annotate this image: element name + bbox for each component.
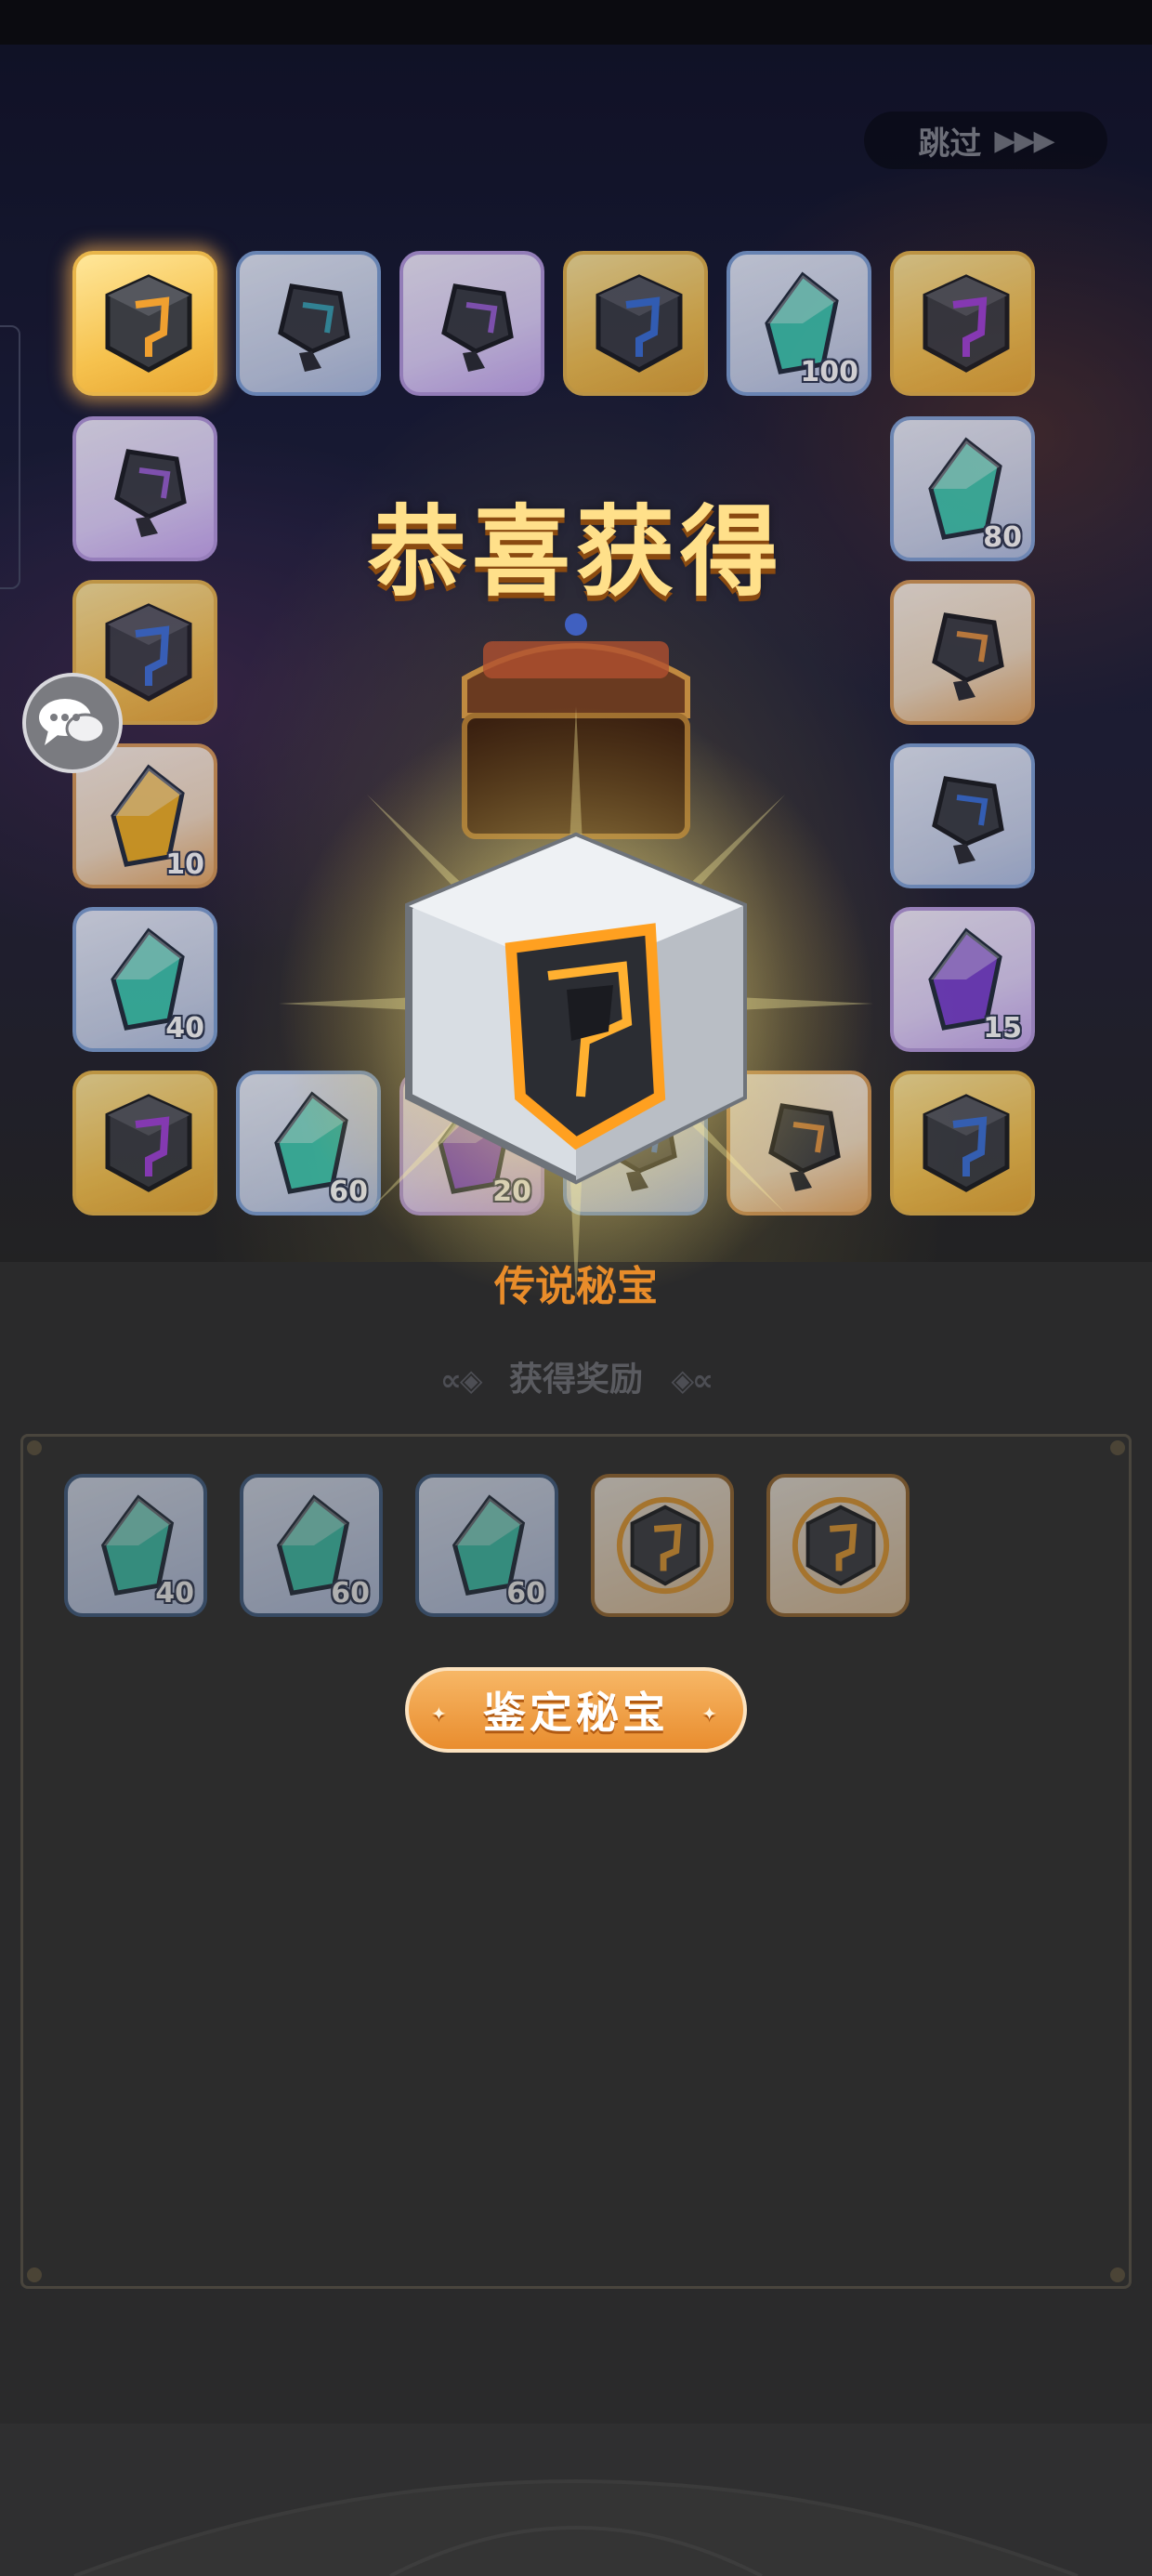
board-tile [236,251,381,396]
board-tile [563,251,708,396]
reward-quantity: 60 [506,1577,545,1610]
reward-item[interactable] [591,1474,734,1617]
cube-small-icon [441,283,514,372]
reward-panel: 40 60 60 [20,1434,1132,2289]
board-tile [72,251,217,396]
board-tile [890,743,1035,888]
board-tile: 100 [727,251,871,396]
reward-quantity: 60 [331,1577,370,1610]
cube-small-icon [278,283,350,372]
reward-quantity: 40 [155,1577,194,1610]
sparkle-icon: ✦ [431,1702,451,1725]
board-tile [890,1071,1035,1216]
cube-ring-icon [616,1496,714,1595]
reward-item[interactable]: 60 [415,1474,558,1617]
status-bar [0,0,1152,45]
cube-small-icon [932,776,1004,864]
board-tile [399,251,544,396]
bottom-decoration [0,2424,1152,2576]
sparkle-icon: ✦ [701,1702,721,1725]
identify-treasure-button[interactable]: ✦ 鉴定秘宝 ✦ [405,1667,747,1753]
board-tile: 15 [890,907,1035,1052]
cube-ring-icon [792,1496,890,1595]
board-tile [890,251,1035,396]
cube-icon [105,1094,192,1192]
identify-button-label: 鉴定秘宝 [483,1688,669,1738]
cube-icon [596,274,683,373]
reward-item[interactable] [766,1474,910,1617]
cube-icon [923,274,1010,373]
board-tile [72,1071,217,1216]
panel-corner-ornament [1110,1440,1125,1455]
fast-forward-icon: ▶▶▶ [994,124,1054,157]
reward-item[interactable]: 40 [64,1474,207,1617]
cube-icon [923,1094,1010,1192]
skip-button[interactable]: 跳过 ▶▶▶ [864,112,1107,169]
tile-quantity: 100 [800,356,858,388]
tile-quantity: 40 [165,1012,204,1045]
obtained-item-name: 传说秘宝 [494,1263,658,1310]
board-tile: 40 [72,907,217,1052]
legendary-cube-icon [405,832,747,1185]
congrats-headline: 恭喜获得 [368,495,784,610]
panel-corner-ornament [1110,2267,1125,2282]
ornament-right-icon: ◈∝ [671,1362,713,1398]
panel-corner-ornament [27,1440,42,1455]
reward-header: ∝◈ 获得奖励 ◈∝ [0,1352,1152,1400]
tile-quantity: 10 [165,848,204,881]
skip-label: 跳过 [918,125,982,163]
cube-icon [105,274,192,373]
ornament-left-icon: ∝◈ [440,1362,482,1398]
panel-corner-ornament [27,2267,42,2282]
reward-item[interactable]: 60 [240,1474,383,1617]
chat-button[interactable] [22,673,123,773]
tile-quantity: 15 [983,1012,1022,1045]
chat-bubbles-icon [39,699,106,745]
reward-header-label: 获得奖励 [508,1360,643,1399]
